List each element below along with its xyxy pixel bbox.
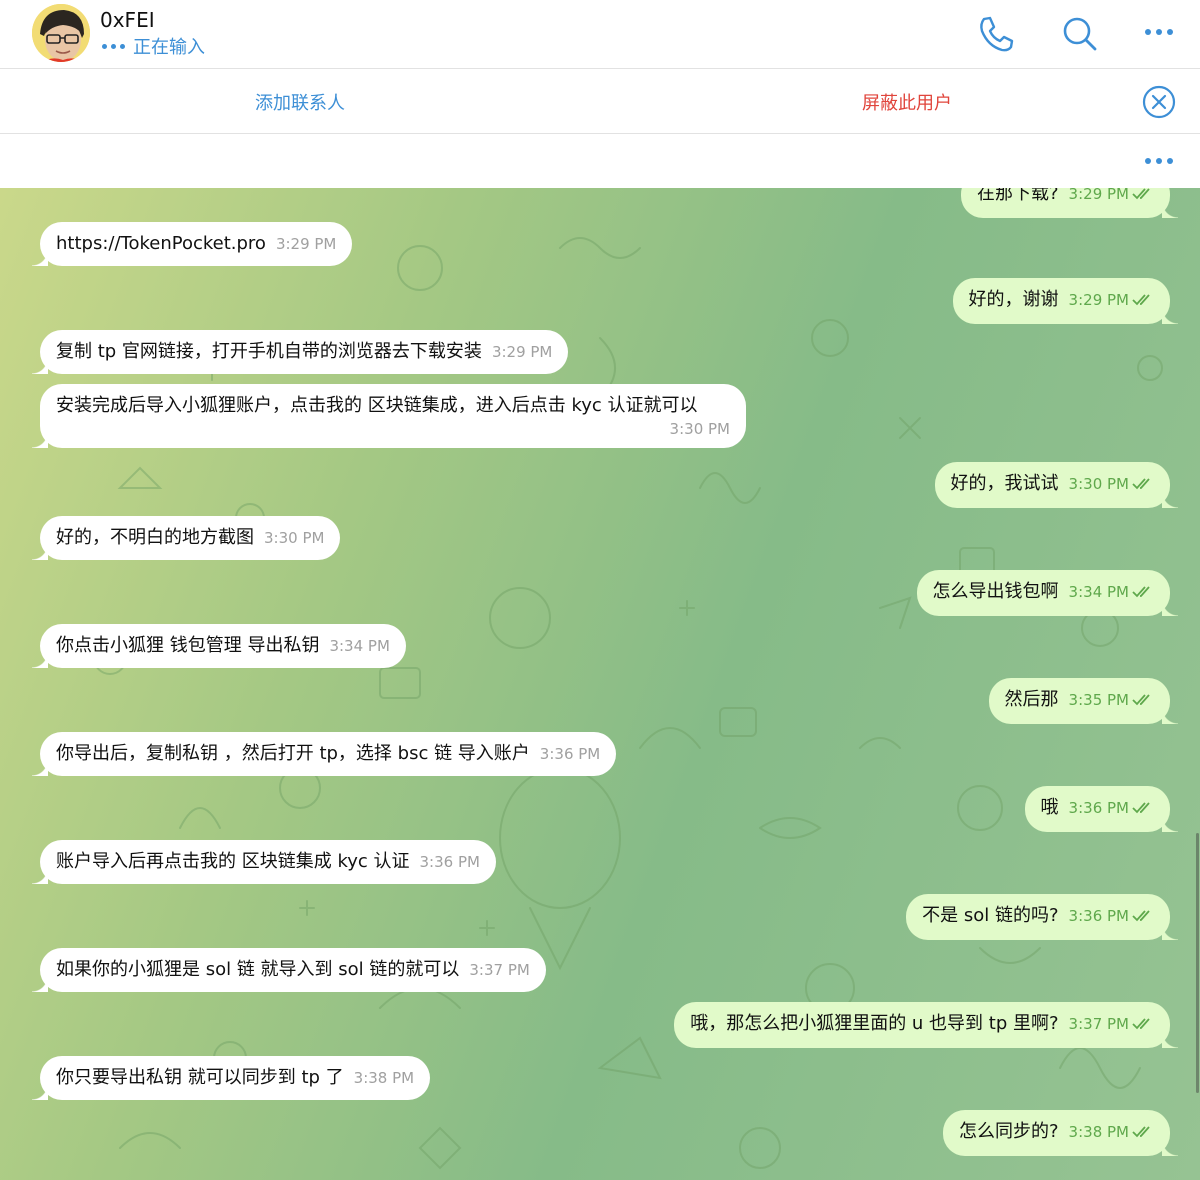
typing-status-label: 正在输入 [133,37,205,58]
message-text: 你点击小狐狸 钱包管理 导出私钥 [56,635,320,656]
search-icon[interactable] [1058,12,1102,56]
message-outgoing[interactable]: 在那下载? 3:29 PM [960,188,1179,218]
message-incoming[interactable]: 账户导入后再点击我的 区块链集成 kyc 认证 3:36 PM [32,840,496,884]
message-incoming[interactable]: https://TokenPocket.pro 3:29 PM [31,222,353,266]
message-text: 不是 sol 链的吗? [922,905,1059,926]
double-check-icon [1132,474,1154,498]
double-check-icon [1132,1014,1154,1038]
double-check-icon [1132,690,1154,714]
phone-icon[interactable] [974,12,1018,56]
message-time: 3:35 PM [1068,691,1129,709]
message-time: 3:36 PM [1068,799,1129,817]
message-text: 如果你的小狐狸是 sol 链 就导入到 sol 链的就可以 [56,959,460,980]
message-time: 3:34 PM [1068,583,1129,601]
message-text: 好的，不明白的地方截图 [56,527,254,548]
message-time: 3:30 PM [669,420,730,438]
message-time: 3:38 PM [353,1069,415,1087]
block-user-button[interactable]: 屏蔽此用户 [862,89,952,115]
chat-scrollbar[interactable] [1196,833,1199,1093]
message-text: 你只要导出私钥 就可以同步到 tp 了 [56,1067,344,1088]
message-time: 3:29 PM [275,235,337,253]
typing-dots-icon [102,43,125,49]
message-text: 然后那 [1004,689,1059,710]
message-text: 好的，我试试 [950,473,1059,494]
message-outgoing[interactable]: 好的，谢谢 3:29 PM [952,278,1179,324]
add-contact-button[interactable]: 添加联系人 [255,89,345,115]
message-time: 3:36 PM [419,853,480,871]
message-text: 怎么同步的? [958,1121,1059,1142]
message-incoming[interactable]: 你点击小狐狸 钱包管理 导出私钥 3:34 PM [32,624,406,668]
message-incoming[interactable]: 复制 tp 官网链接，打开手机自带的浏览器去下载安装 3:29 PM [31,330,569,374]
double-check-icon [1132,798,1154,822]
message-incoming[interactable]: 好的，不明白的地方截图 3:30 PM [31,516,341,560]
message-outgoing[interactable]: 好的，我试试 3:30 PM [934,462,1179,508]
message-text: 你导出后，复制私钥 ，然后打开 tp，选择 bsc 链 导入账户 [56,743,530,764]
message-incoming[interactable]: 你只要导出私钥 就可以同步到 tp 了 3:38 PM [31,1056,431,1100]
double-check-icon [1132,188,1154,208]
message-text: 好的，谢谢 [968,289,1059,310]
message-time: 3:36 PM [1068,907,1129,925]
contact-action-bar: 添加联系人 屏蔽此用户 [0,69,1200,134]
message-incoming[interactable]: 如果你的小狐狸是 sol 链 就导入到 sol 链的就可以 3:37 PM [32,948,546,992]
chat-header: 0xFEI 正在输入 [0,0,1200,69]
message-text: 复制 tp 官网链接，打开手机自带的浏览器去下载安装 [56,341,482,362]
message-time: 3:29 PM [491,343,553,361]
secondary-bar [0,134,1200,187]
message-text: 在那下载? [976,188,1059,204]
message-outgoing[interactable]: 哦 3:36 PM [1024,786,1179,832]
message-time: 3:37 PM [1068,1015,1129,1033]
message-outgoing[interactable]: 哦，那怎么把小狐狸里面的 u 也导到 tp 里啊? 3:37 PM [674,1002,1178,1048]
message-time: 3:29 PM [1068,291,1129,309]
message-text: 哦，那怎么把小狐狸里面的 u 也导到 tp 里啊? [690,1013,1059,1034]
message-outgoing[interactable]: 怎么导出钱包啊 3:34 PM [916,570,1179,616]
double-check-icon [1132,1122,1154,1146]
typing-status: 正在输入 [102,33,205,59]
message-outgoing[interactable]: 怎么同步的? 3:38 PM [942,1110,1179,1156]
message-time: 3:29 PM [1068,188,1129,203]
message-time: 3:36 PM [539,745,601,763]
double-check-icon [1132,290,1154,314]
message-time: 3:30 PM [264,529,325,547]
message-outgoing[interactable]: 不是 sol 链的吗? 3:36 PM [906,894,1178,940]
message-text: 安装完成后导入小狐狸账户，点击我的 区块链集成，进入后点击 kyc 认证就可以 [56,395,698,416]
message-time: 3:37 PM [469,961,530,979]
contact-name[interactable]: 0xFEI [100,8,155,32]
more-icon[interactable] [1138,12,1182,56]
double-check-icon [1132,906,1154,930]
message-text: 哦 [1040,797,1059,818]
close-icon[interactable] [1141,84,1177,120]
message-text: 怎么导出钱包啊 [932,581,1059,602]
avatar[interactable] [32,4,90,62]
message-text: 账户导入后再点击我的 区块链集成 kyc 认证 [56,851,410,872]
double-check-icon [1132,582,1154,606]
message-time: 3:30 PM [1068,475,1129,493]
more-options-icon[interactable] [1140,148,1180,172]
message-outgoing[interactable]: 然后那 3:35 PM [988,678,1179,724]
message-text: https://TokenPocket.pro [56,233,266,254]
message-time: 3:38 PM [1068,1123,1129,1141]
message-time: 3:34 PM [329,637,390,655]
message-incoming[interactable]: 安装完成后导入小狐狸账户，点击我的 区块链集成，进入后点击 kyc 认证就可以 … [32,384,746,448]
chat-area[interactable]: 在那下载? 3:29 PM https://TokenPocket.pro 3:29… [0,188,1200,1180]
message-incoming[interactable]: 你导出后，复制私钥 ，然后打开 tp，选择 bsc 链 导入账户 3:36 PM [31,732,617,776]
